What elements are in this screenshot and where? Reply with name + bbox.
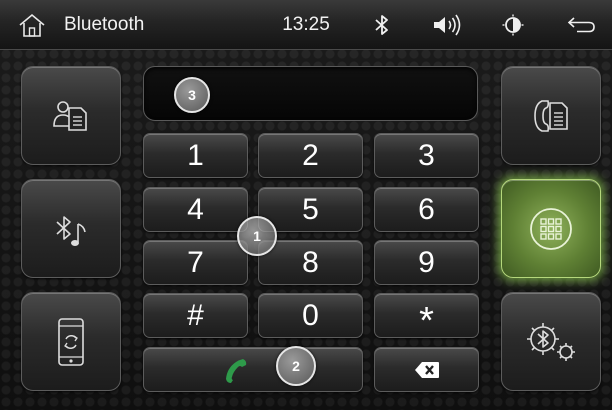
key-label: 7 xyxy=(187,245,204,279)
key-7[interactable]: 7 xyxy=(143,240,248,285)
call-log-icon xyxy=(530,95,572,137)
volume-icon[interactable] xyxy=(427,0,467,49)
back-arrow-icon[interactable] xyxy=(563,0,599,49)
home-icon[interactable] xyxy=(14,0,50,49)
key-star[interactable]: * xyxy=(374,293,479,342)
dialpad-button[interactable] xyxy=(501,179,601,278)
contacts-icon xyxy=(51,96,91,136)
callout-marker-1: 1 xyxy=(237,216,277,256)
key-2[interactable]: 2 xyxy=(258,133,363,178)
call-log-button[interactable] xyxy=(501,66,601,165)
key-label: # xyxy=(187,298,204,332)
bluetooth-music-button[interactable] xyxy=(21,179,121,278)
status-bar: Bluetooth 13:25 xyxy=(0,0,612,50)
key-label: 0 xyxy=(302,298,319,332)
clock-time: 13:25 xyxy=(282,13,330,35)
bluetooth-settings-icon xyxy=(523,319,579,365)
key-6[interactable]: 6 xyxy=(374,187,479,232)
phone-sync-icon xyxy=(56,317,86,367)
key-label: 2 xyxy=(302,138,319,172)
backspace-button[interactable] xyxy=(374,347,479,392)
key-3[interactable]: 3 xyxy=(374,133,479,178)
key-4[interactable]: 4 xyxy=(143,187,248,232)
dialpad-grid-icon xyxy=(529,207,573,251)
key-hash[interactable]: # xyxy=(143,293,248,338)
backspace-icon xyxy=(414,361,440,379)
call-button[interactable] xyxy=(143,347,363,392)
callout-marker-2: 2 xyxy=(276,346,316,386)
key-label: * xyxy=(419,299,434,342)
key-label: 5 xyxy=(302,192,319,226)
key-0[interactable]: 0 xyxy=(258,293,363,338)
app-title: Bluetooth xyxy=(64,13,145,35)
bluetooth-icon[interactable] xyxy=(369,0,395,49)
key-label: 3 xyxy=(418,138,435,172)
callout-marker-3: 3 xyxy=(174,77,210,113)
key-label: 4 xyxy=(187,192,204,226)
key-9[interactable]: 9 xyxy=(374,240,479,285)
key-label: 8 xyxy=(302,245,319,279)
bluetooth-dialer-screen: Bluetooth 13:25 3 1 2 3 4 5 6 7 8 9 # 0 … xyxy=(0,0,612,410)
key-label: 9 xyxy=(418,245,435,279)
key-label: 6 xyxy=(418,192,435,226)
bluetooth-settings-button[interactable] xyxy=(501,292,601,391)
number-display-field[interactable]: 3 xyxy=(143,66,478,121)
key-1[interactable]: 1 xyxy=(143,133,248,178)
phone-call-icon xyxy=(223,356,249,384)
contacts-button[interactable] xyxy=(21,66,121,165)
bluetooth-music-icon xyxy=(53,208,89,250)
brightness-icon[interactable] xyxy=(499,0,527,49)
phone-sync-button[interactable] xyxy=(21,292,121,391)
key-label: 1 xyxy=(187,138,204,172)
